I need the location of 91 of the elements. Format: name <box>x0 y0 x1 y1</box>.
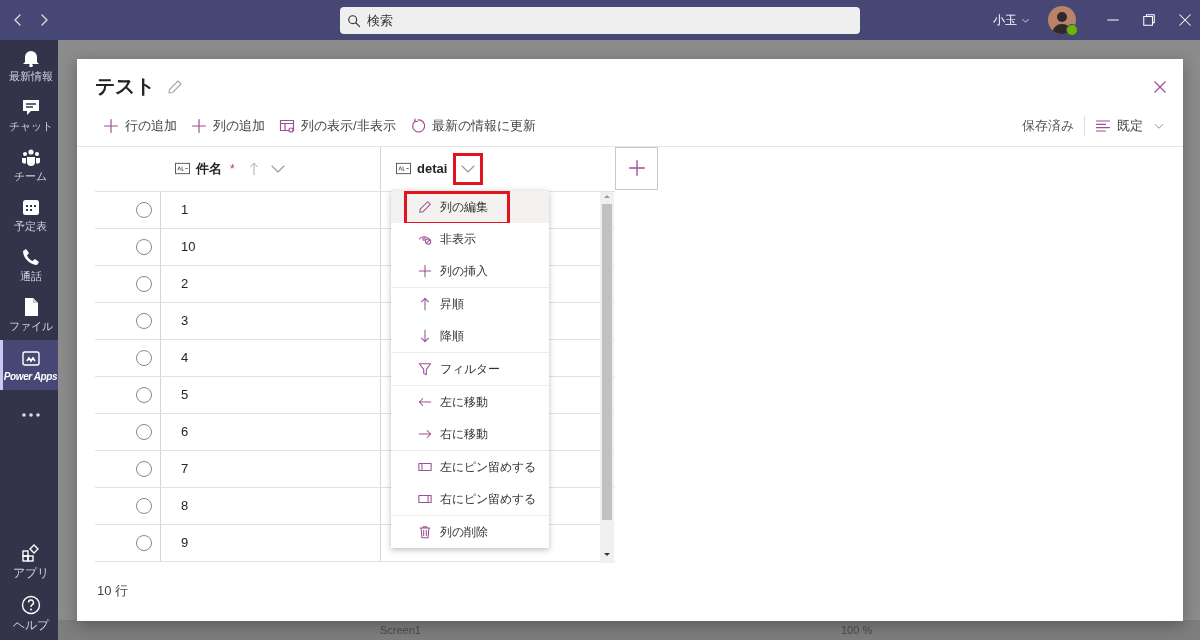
close-button[interactable] <box>1153 79 1167 94</box>
rename-button[interactable] <box>167 78 183 95</box>
add-column-button[interactable] <box>615 146 658 190</box>
row-select-radio[interactable] <box>136 349 152 366</box>
sidebar-item[interactable]: アプリ <box>0 536 58 588</box>
more-icon <box>20 411 41 419</box>
column-header[interactable]: detai <box>417 161 448 177</box>
sidebar-item[interactable]: 最新情報 <box>0 40 58 90</box>
menu-item[interactable]: 右に移動 <box>391 418 549 450</box>
restore-icon <box>1142 13 1156 27</box>
search-field[interactable]: 検索 <box>340 6 860 34</box>
menu-item[interactable]: 列の削除 <box>391 516 549 548</box>
close-icon <box>1178 13 1192 27</box>
table-cell: 3 <box>181 313 189 329</box>
menu-item[interactable]: 左にピン留めする <box>391 451 549 483</box>
table-cell: 1 <box>181 202 189 218</box>
table-cell: 7 <box>181 461 189 477</box>
save-status: 保存済み <box>1022 117 1074 136</box>
row-select-radio[interactable] <box>136 497 152 514</box>
lines-icon <box>1095 118 1111 135</box>
menu-item[interactable]: 右にピン留めする <box>391 483 549 515</box>
people-icon <box>20 146 41 167</box>
phone-icon <box>20 246 41 267</box>
scroll-down-icon <box>603 551 611 559</box>
pencil-icon <box>167 78 183 95</box>
apps-icon <box>20 542 41 563</box>
row-select-radio[interactable] <box>136 275 152 292</box>
row-select-radio[interactable] <box>136 534 152 551</box>
toolbar-button[interactable]: 最新の情報に更新 <box>409 117 536 136</box>
table-cell: 9 <box>181 535 189 551</box>
table-cell: 2 <box>181 276 189 292</box>
column-header[interactable]: 件名 <box>196 159 222 178</box>
menu-item[interactable]: 昇順 <box>391 288 549 320</box>
table-cell: 10 <box>181 239 196 255</box>
text-type-icon <box>396 161 411 177</box>
table-cell: 4 <box>181 350 189 366</box>
table-gear-icon <box>279 118 295 135</box>
sidebar-item[interactable]: チーム <box>0 140 58 190</box>
scroll-up-icon <box>603 192 611 200</box>
menu-item[interactable]: 列の編集 <box>391 191 549 223</box>
sidebar-item[interactable]: ファイル <box>0 290 58 340</box>
sidebar-item[interactable]: ヘルプ <box>0 588 58 640</box>
row-select-radio[interactable] <box>136 423 152 440</box>
row-select-radio[interactable] <box>136 238 152 255</box>
restore-button[interactable] <box>1142 13 1156 27</box>
app-window-icon <box>20 348 41 369</box>
arrow-right-icon <box>418 427 432 441</box>
menu-item[interactable]: 列の挿入 <box>391 255 549 287</box>
toolbar-button[interactable]: 列の追加 <box>191 117 265 136</box>
refresh-icon <box>409 118 426 135</box>
sidebar-item[interactable]: チャット <box>0 90 58 140</box>
plus-icon <box>627 159 646 178</box>
sidebar-item[interactable]: 通話 <box>0 240 58 290</box>
panel-right-icon <box>418 492 432 506</box>
menu-item[interactable]: 降順 <box>391 320 549 352</box>
sidebar-item[interactable]: Power Apps <box>0 340 58 390</box>
view-dropdown[interactable]: 既定 <box>1095 117 1165 136</box>
row-select-radio[interactable] <box>136 201 152 218</box>
trash-icon <box>418 525 432 539</box>
account-menu[interactable]: 小玉 <box>993 11 1030 29</box>
row-select-radio[interactable] <box>136 386 152 403</box>
arrow-down-icon <box>418 329 432 343</box>
menu-item[interactable]: フィルター <box>391 353 549 385</box>
dialog-title: テスト <box>95 74 155 100</box>
search-icon <box>347 13 361 28</box>
row-count: 10 行 <box>97 582 129 601</box>
row-select-radio[interactable] <box>136 460 152 477</box>
menu-item[interactable]: 非表示 <box>391 223 549 255</box>
filter-icon <box>418 362 432 376</box>
menu-item[interactable]: 左に移動 <box>391 386 549 418</box>
sidebar-item[interactable]: 予定表 <box>0 190 58 240</box>
toolbar-button[interactable]: 行の追加 <box>103 117 177 136</box>
table-cell: 6 <box>181 424 189 440</box>
plus-icon <box>418 264 432 278</box>
toolbar-button[interactable]: 列の表示/非表示 <box>279 117 396 136</box>
help-icon <box>20 594 41 615</box>
avatar[interactable] <box>1048 6 1076 34</box>
plus-icon <box>191 118 207 135</box>
pencil-icon <box>418 200 432 214</box>
column-menu-button[interactable] <box>453 152 484 185</box>
arrow-left-icon <box>418 395 432 409</box>
scrollbar[interactable] <box>600 192 614 563</box>
table-cell: 5 <box>181 387 189 403</box>
panel-left-icon <box>418 460 432 474</box>
text-type-icon <box>175 161 190 177</box>
plus-icon <box>103 118 119 135</box>
row-select-radio[interactable] <box>136 312 152 329</box>
close-icon <box>1153 79 1167 94</box>
required-mark: * <box>230 161 235 176</box>
arrow-up-icon <box>418 297 432 311</box>
table-cell: 8 <box>181 498 189 514</box>
